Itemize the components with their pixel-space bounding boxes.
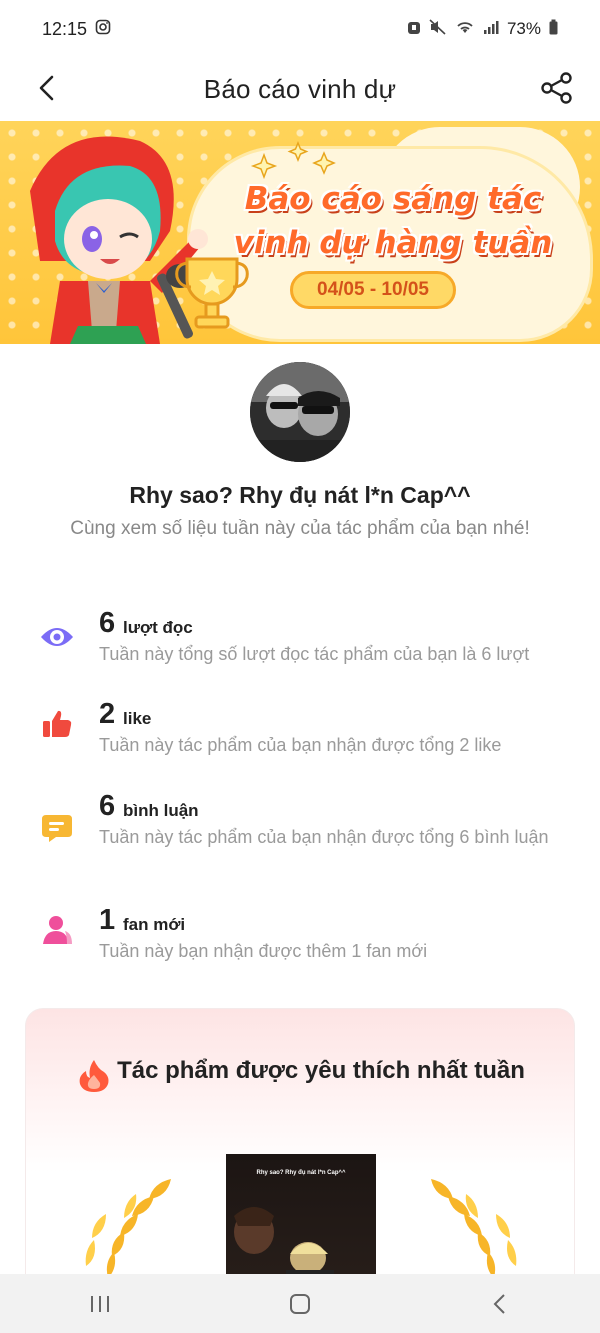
avatar-photo (250, 362, 350, 462)
stat-likes-description: Tuần này tác phẩm của bạn nhận được tổng… (99, 735, 502, 755)
system-back-button[interactable] (470, 1279, 530, 1329)
stat-reads-description: Tuần này tổng số lượt đọc tác phẩm của b… (99, 644, 530, 664)
share-button[interactable] (536, 67, 578, 109)
battery-percent: 73% (506, 19, 541, 38)
stat-likes-number: 2 (99, 698, 116, 730)
date-range-badge: 04/05 - 10/05 (290, 271, 456, 309)
report-subtitle: Cùng xem số liệu tuần này của tác phẩm c… (70, 518, 530, 539)
thumbs-up-icon (38, 705, 76, 743)
weekly-report-banner: Báo cáo sáng tác vinh dự hàng tuần 04/05… (0, 121, 600, 344)
avatar[interactable] (250, 362, 350, 462)
back-button[interactable] (26, 68, 66, 108)
back-arrow-icon (493, 1293, 505, 1314)
signal-icon (483, 19, 499, 40)
instagram-icon (95, 19, 111, 40)
comment-icon (38, 809, 76, 847)
chevron-left-icon (39, 75, 54, 101)
alarm-icon (407, 19, 421, 40)
battery-icon (549, 19, 558, 40)
person-icon (38, 911, 76, 949)
banner-headline: Báo cáo sáng tác vinh dự hàng tuần (228, 177, 558, 265)
home-button[interactable] (270, 1279, 330, 1329)
stat-fans-description: Tuần này bạn nhận được thêm 1 fan mới (99, 941, 428, 961)
status-bar: 12:15 73% (0, 0, 600, 58)
system-navigation-bar (0, 1274, 600, 1333)
stat-fans-unit: fan mới (123, 915, 186, 934)
stat-likes-unit: like (123, 709, 152, 728)
recent-apps-button[interactable] (70, 1279, 130, 1329)
stat-fans-number: 1 (99, 904, 116, 936)
share-icon (541, 72, 572, 104)
author-name: Rhy sao? Rhy đụ nát l*n Cap^^ (129, 482, 471, 508)
home-icon (290, 1293, 310, 1314)
recent-apps-icon (91, 1295, 109, 1312)
laurel-left-icon (85, 1179, 171, 1278)
status-time: 12:15 (42, 18, 88, 39)
wifi-icon (455, 19, 475, 40)
stat-comments-unit: bình luận (123, 801, 199, 820)
mute-icon (429, 18, 447, 40)
laurel-right-icon (431, 1179, 517, 1278)
stat-comments-number: 6 (99, 790, 116, 822)
app-bar: Báo cáo vinh dự (0, 58, 600, 120)
stat-reads-number: 6 (99, 607, 116, 639)
stat-comments-description: Tuần này tác phẩm của bạn nhận được tổng… (99, 827, 549, 847)
trophy-icon (175, 257, 249, 329)
favorite-title: Tác phẩm được yêu thích nhất tuần (117, 1057, 525, 1084)
stat-reads-unit: lượt đọc (123, 618, 193, 637)
page-title: Báo cáo vinh dự (203, 73, 397, 104)
banner-headline-line2: vinh dự hàng tuần (233, 225, 553, 261)
favorite-work-card: Tác phẩm được yêu thích nhất tuần Rhy sa… (25, 1008, 575, 1308)
eye-icon (38, 618, 76, 656)
banner-headline-line1: Báo cáo sáng tác (244, 181, 542, 217)
